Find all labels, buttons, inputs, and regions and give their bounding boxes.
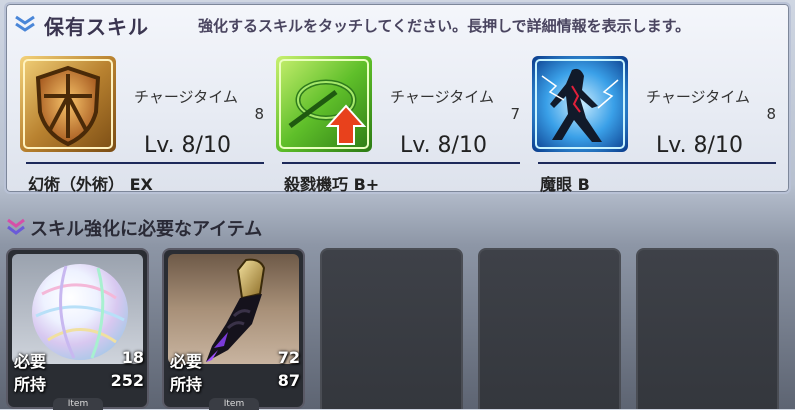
charge-time-label: チャージタイム xyxy=(134,88,238,106)
items-section-title: スキル強化に必要なアイテム xyxy=(30,219,263,240)
required-count: 18 xyxy=(121,348,144,367)
skill-name: 魔眼 B xyxy=(540,175,590,194)
skill-level: Lv. 8/10 xyxy=(400,133,487,158)
skill-card-2[interactable]: チャージタイム 7 Lv. 8/10 殺戮機巧 B+ xyxy=(270,50,520,194)
divider xyxy=(26,162,264,164)
skill-level: Lv. 8/10 xyxy=(144,133,231,158)
owned-count: 252 xyxy=(110,371,144,390)
charge-time-value: 8 xyxy=(766,105,776,123)
panel-header: 保有スキル 強化するスキルをタッチしてください。長押しで詳細情報を表示します。 xyxy=(12,10,782,39)
panel-title: 保有スキル xyxy=(44,15,149,39)
empty-item-slot-5 xyxy=(636,248,779,409)
charge-time-value: 8 xyxy=(254,105,264,123)
double-chevron-down-icon xyxy=(14,14,35,32)
item-tag: Item xyxy=(53,398,103,410)
required-label: 必要 xyxy=(14,352,47,371)
charge-time-value: 7 xyxy=(510,105,520,123)
charge-time-label: チャージタイム xyxy=(390,88,494,106)
owned-label: 所持 xyxy=(170,375,203,394)
shield-skill-icon xyxy=(20,56,116,152)
required-label: 必要 xyxy=(170,352,203,371)
skill-name: 殺戮機巧 B+ xyxy=(284,175,380,194)
skill-card-1[interactable]: チャージタイム 8 Lv. 8/10 幻術（外術） EX xyxy=(14,50,264,194)
double-chevron-down-icon xyxy=(6,217,25,235)
skill-name: 幻術（外術） EX xyxy=(28,175,153,194)
ring-arrow-up-skill-icon xyxy=(276,56,372,152)
lightning-figure-skill-icon xyxy=(532,56,628,152)
owned-label: 所持 xyxy=(14,375,47,394)
item-tag: Item xyxy=(209,398,259,410)
item-counts: 必要 72 所持 87 xyxy=(164,348,303,405)
items-section-header: スキル強化に必要なアイテム xyxy=(6,214,406,240)
owned-count: 87 xyxy=(277,371,300,390)
item-slot-1[interactable]: 必要 18 所持 252 Item xyxy=(6,248,149,410)
required-count: 72 xyxy=(277,348,300,367)
item-counts: 必要 18 所持 252 xyxy=(8,348,147,405)
empty-item-slot-3 xyxy=(320,248,463,409)
empty-item-slot-4 xyxy=(478,248,621,409)
instruction-text: 強化するスキルをタッチしてください。長押しで詳細情報を表示します。 xyxy=(198,17,691,35)
divider xyxy=(538,162,776,164)
skill-level: Lv. 8/10 xyxy=(656,133,743,158)
divider xyxy=(282,162,520,164)
charge-time-label: チャージタイム xyxy=(646,88,750,106)
item-slot-2[interactable]: 必要 72 所持 87 Item xyxy=(162,248,305,410)
owned-skills-panel: 保有スキル 強化するスキルをタッチしてください。長押しで詳細情報を表示します。 xyxy=(4,2,791,194)
skill-card-3[interactable]: チャージタイム 8 Lv. 8/10 魔眼 B xyxy=(526,50,776,194)
